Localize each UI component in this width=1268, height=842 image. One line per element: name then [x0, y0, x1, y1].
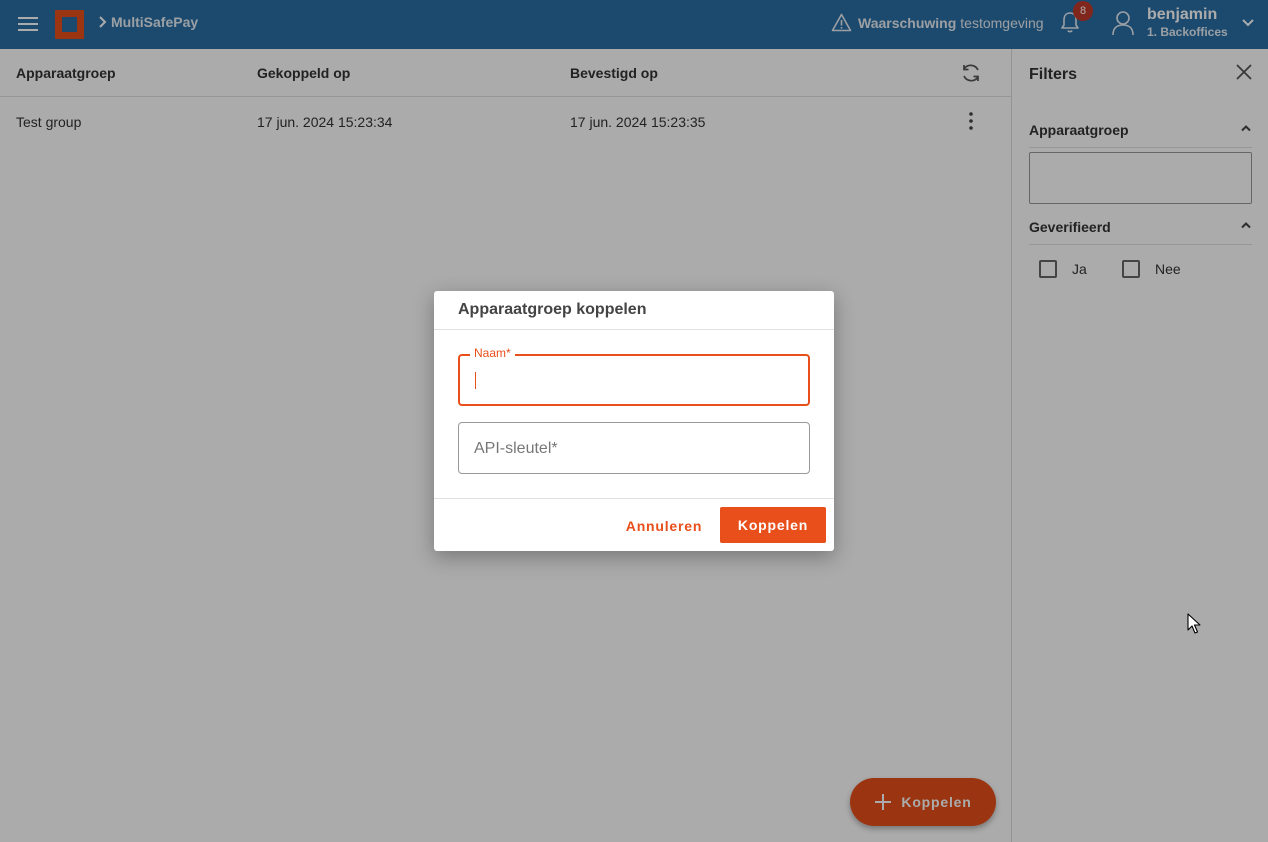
text-cursor [475, 372, 476, 389]
divider [434, 329, 834, 330]
link-group-dialog: Apparaatgroep koppelen Naam* API-sleutel… [434, 291, 834, 551]
mouse-pointer-icon [1187, 613, 1201, 640]
name-field[interactable]: Naam* [458, 346, 810, 406]
submit-button[interactable]: Koppelen [720, 507, 826, 543]
divider [434, 498, 834, 499]
cancel-button[interactable]: Annuleren [616, 508, 712, 544]
name-field-label: Naam* [470, 346, 515, 360]
api-key-placeholder: API-sleutel* [474, 440, 558, 457]
api-key-field[interactable]: API-sleutel* [458, 422, 810, 474]
dialog-title: Apparaatgroep koppelen [458, 301, 647, 318]
